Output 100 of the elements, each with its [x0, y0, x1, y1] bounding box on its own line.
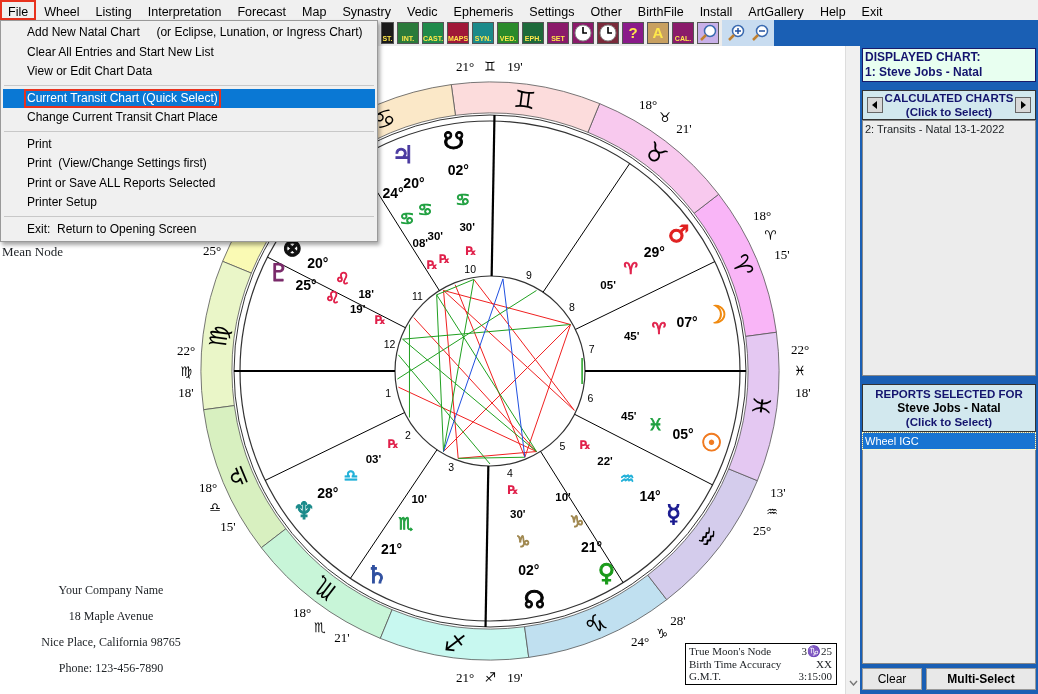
planet-minutes: 10' [555, 491, 571, 504]
cusp-sign: ♓ [794, 362, 806, 378]
menu-item[interactable]: Synastry [334, 0, 399, 20]
planet-degree: 28° [317, 485, 339, 502]
cusp-degree: 18° [752, 207, 772, 223]
retrograde-mark: ℞ [465, 244, 477, 259]
menu-item[interactable]: Exit [853, 0, 891, 20]
cusp-sign: ♐ [484, 669, 496, 685]
menu-item[interactable]: Other [582, 0, 630, 20]
menu-item[interactable]: Settings [521, 0, 583, 20]
retrograde-mark: ℞ [388, 436, 399, 451]
cusp-sign: ♍ [180, 363, 192, 379]
menu-item[interactable]: Print [3, 134, 375, 154]
house-number: 10 [464, 262, 476, 275]
menu-item[interactable]: ArtGallery [740, 0, 812, 20]
menu-item[interactable]: Help [811, 0, 854, 20]
planet-sign: ♌ [325, 287, 340, 307]
panel-button[interactable]: Multi-Select [926, 668, 1036, 690]
left-arrow-button[interactable] [867, 97, 883, 113]
zodiac-sign: ♏ [307, 570, 342, 606]
planet-minutes: 19' [349, 303, 366, 316]
planet-degree: 24° [382, 184, 404, 201]
zodiac-sign: ♊ [512, 84, 538, 116]
menu-item[interactable]: Ephemeris [445, 0, 522, 20]
house-number: 4 [506, 467, 513, 480]
house-number: 9 [525, 268, 532, 281]
cusp-sign: ♈ [764, 227, 776, 243]
panel-title: DISPLAYED CHART: [865, 50, 982, 65]
planet-degree: 05° [672, 425, 694, 442]
planet-sign: ♈ [623, 259, 638, 279]
cusp-degree: 18° [198, 479, 218, 495]
list-item[interactable]: 2: Transits - Natal 13-1-2022 [863, 121, 1035, 137]
zodiac-sign: ♍ [203, 323, 235, 349]
menu-item[interactable]: Map [294, 0, 335, 20]
cusp-sign: ♎ [209, 499, 221, 515]
menu-item[interactable]: Vedic [399, 0, 446, 20]
header-title: CALCULATED CHARTS [884, 91, 1014, 105]
toolbar-button[interactable]: ? [622, 22, 644, 44]
menu-item[interactable]: File [0, 0, 37, 20]
planet-minutes: 22' [597, 454, 613, 467]
planet-minutes: 05' [600, 279, 616, 292]
menu-item[interactable]: Print or Save ALL Reports Selected [3, 173, 375, 193]
cusp-minutes: 15' [774, 246, 790, 262]
menu-item[interactable]: Install [691, 0, 741, 20]
house-number: 1 [385, 386, 392, 399]
menu-item[interactable]: Forecast [229, 0, 295, 20]
list-item[interactable]: Wheel IGC [863, 433, 1035, 449]
planet-minutes: 03' [365, 452, 382, 465]
zoom-out-icon[interactable] [749, 22, 771, 44]
info-value: XX [816, 657, 832, 670]
planet-sign: ♑ [569, 512, 585, 532]
menu-item[interactable]: View or Edit Chart Data [3, 62, 375, 82]
planet-sign: ♑ [516, 532, 531, 552]
retrograde-mark: ℞ [507, 482, 519, 497]
planet-sign: ♎ [343, 466, 359, 486]
cusp-sign: ♏ [314, 619, 326, 635]
menu-item[interactable]: Interpretation [139, 0, 230, 20]
menu-item[interactable]: Current Transit Chart (Quick Select) [3, 88, 375, 108]
planet-glyph: ☋ [442, 126, 465, 155]
house-number: 2 [405, 428, 411, 441]
zodiac-sign: ♉ [638, 136, 673, 172]
menu-item[interactable]: Wheel [36, 0, 88, 20]
clock-icon[interactable] [572, 22, 594, 44]
planet-glyph: ♀ [597, 558, 616, 587]
cusp-degree: 25° [752, 522, 772, 538]
company-info: Your Company Name [57, 582, 165, 599]
menu-item[interactable]: Clear All Entries and Start New List [3, 42, 375, 62]
planet-sign: ♒ [619, 468, 635, 488]
planet-minutes: 18' [358, 287, 374, 300]
scrollbar[interactable] [845, 46, 860, 694]
cusp-degree: 18° [292, 604, 312, 620]
zodiac-sign: ♒ [689, 519, 725, 554]
right-arrow-button[interactable] [1015, 97, 1031, 113]
cusp-minutes: 28' [670, 612, 686, 628]
chart-name: 1: Steve Jobs - Natal [865, 65, 984, 80]
planet-glyph: ☊ [523, 585, 546, 614]
menu-item[interactable]: Add New Natal Chart (or Eclipse, Lunation, or Ingress Chart) [3, 23, 375, 43]
header-hint: (Click to Select) [904, 415, 994, 429]
menu-item[interactable]: Listing [87, 0, 140, 20]
zoom-in-icon[interactable] [725, 22, 747, 44]
menu-item[interactable]: Printer Setup [3, 193, 375, 213]
cusp-minutes: 13' [770, 484, 786, 500]
planet-minutes: 10' [411, 492, 427, 505]
planet-glyph: ♇ [268, 258, 290, 287]
planet-glyph: ☉ [700, 429, 723, 457]
scroll-down-icon[interactable] [848, 680, 858, 686]
menu-item[interactable]: Exit: Return to Opening Screen [3, 219, 375, 239]
menu-item[interactable]: Change Current Transit Chart Place [3, 108, 375, 128]
planet-glyph: ♄ [366, 560, 388, 589]
cusp-minutes: 15' [220, 518, 236, 534]
zodiac-sign: ♑ [580, 605, 611, 640]
planet-degree: 29° [643, 243, 665, 260]
planet-minutes: 45' [621, 410, 637, 423]
magnifier-icon[interactable] [697, 22, 719, 44]
planet-degree: 02° [447, 162, 469, 179]
menu-item[interactable]: BirthFile [629, 0, 692, 20]
clock-icon[interactable] [597, 22, 619, 44]
panel-button[interactable]: Clear [862, 668, 922, 690]
planet-glyph: ☿ [666, 500, 681, 529]
menu-item[interactable]: Print (View/Change Settings first) [3, 154, 375, 174]
